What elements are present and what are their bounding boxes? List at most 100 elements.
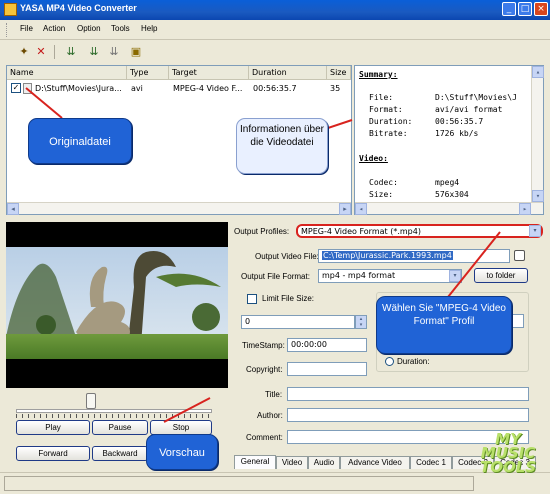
tab-general[interactable]: General	[234, 455, 276, 469]
row-target: MPEG-4 Video F...	[173, 84, 243, 93]
col-header-target[interactable]: Target	[169, 66, 249, 80]
summary-title: Summary:	[359, 70, 398, 79]
window-title: YASA MP4 Video Converter	[20, 3, 137, 13]
video-preview	[6, 222, 228, 388]
row-checkbox[interactable]: ✓	[11, 83, 21, 93]
preview-grass	[6, 334, 228, 359]
toolbar-separator	[54, 45, 55, 59]
tab-audio[interactable]: Audio	[308, 456, 340, 469]
summary-scroll-left[interactable]: ◂	[355, 203, 367, 215]
menu-option[interactable]: Option	[77, 24, 101, 33]
timestamp-label: TimeStamp:	[242, 341, 285, 350]
row-type: avi	[131, 84, 143, 93]
my-music-tools-logo: MY MUSIC TOOLS	[480, 430, 537, 476]
video-file-icon	[23, 83, 32, 94]
menu-bar: File Action Option Tools Help	[0, 20, 550, 40]
summary-bitrate-key: Bitrate:	[369, 129, 408, 138]
filelist-hscrollbar[interactable]: ◂ ▸	[7, 202, 351, 215]
author-label: Author:	[257, 411, 283, 420]
summary-duration-key: Duration:	[369, 117, 413, 126]
scroll-up-button[interactable]: ▴	[532, 66, 544, 78]
title-bar: YASA MP4 Video Converter _ □ ×	[0, 0, 550, 20]
forward-button[interactable]: Forward	[16, 446, 90, 461]
browse-file-button[interactable]	[514, 250, 525, 261]
summary-size-value: 576x304	[435, 190, 469, 199]
col-header-duration[interactable]: Duration	[249, 66, 327, 80]
menu-help[interactable]: Help	[141, 24, 157, 33]
scroll-right-button[interactable]: ▸	[339, 203, 351, 215]
duration-radio[interactable]	[385, 357, 394, 366]
chevron-down-icon[interactable]: ▾	[529, 225, 541, 237]
output-format-label: Output File Format:	[241, 272, 310, 281]
limit-file-size-label: Limit File Size:	[262, 294, 315, 303]
convert-icon[interactable]: ⇊	[63, 44, 79, 60]
summary-duration-value: 00:56:35.7	[435, 117, 484, 126]
profile-icon[interactable]: ▣	[128, 44, 144, 60]
duration-label: Duration:	[397, 357, 430, 366]
format-chevron-down-icon[interactable]: ▾	[449, 270, 461, 282]
pause-button[interactable]: Pause	[92, 420, 148, 435]
row-duration: 00:56:35.7	[253, 84, 297, 93]
stop-convert-icon[interactable]: ⇊	[106, 44, 122, 60]
summary-format-value: avi/avi format	[435, 105, 503, 114]
seek-ticks	[16, 414, 212, 418]
toolbar: ✦ ✕ ⇊ ⇊ ⇊ ▣	[0, 41, 550, 63]
summary-hscrollbar[interactable]: ◂ ▸	[355, 202, 543, 215]
col-header-type[interactable]: Type	[127, 66, 169, 80]
scroll-down-button[interactable]: ▾	[532, 190, 544, 202]
output-file-field[interactable]: C:\Temp\Jurassic.Park.1993.mp4	[318, 249, 510, 263]
output-profiles-label: Output Profiles:	[234, 227, 290, 236]
play-button[interactable]: Play	[16, 420, 90, 435]
tab-advance-video[interactable]: Advance Video	[340, 456, 410, 469]
minimize-button[interactable]: _	[502, 2, 516, 16]
summary-vscrollbar[interactable]: ▴ ▾	[531, 66, 544, 202]
add-file-icon[interactable]: ✦	[16, 44, 32, 60]
convert-all-icon[interactable]: ⇊	[86, 44, 102, 60]
seek-slider-thumb[interactable]	[86, 393, 96, 409]
callout-originaldatei: Originaldatei	[28, 118, 132, 164]
col-header-size[interactable]: Size	[327, 66, 351, 80]
output-format-select[interactable]: mp4 - mp4 format	[318, 269, 462, 283]
row-size: 35	[330, 84, 341, 93]
title-label: Title:	[265, 390, 283, 399]
summary-codec-key: Codec:	[369, 178, 398, 187]
maximize-button[interactable]: □	[518, 2, 532, 16]
stop-button[interactable]: Stop	[150, 420, 212, 435]
tab-video[interactable]: Video	[276, 456, 308, 469]
menu-tools[interactable]: Tools	[111, 24, 130, 33]
menu-action[interactable]: Action	[43, 24, 65, 33]
summary-codec-value: mpeg4	[435, 178, 460, 187]
summary-size-key: Size:	[369, 190, 394, 199]
timestamp-field[interactable]: 00:00:00	[287, 338, 367, 352]
col-header-name[interactable]: Name	[7, 66, 127, 80]
scroll-left-button[interactable]: ◂	[7, 203, 19, 215]
limit-file-size-checkbox[interactable]	[247, 294, 257, 304]
summary-file-value: D:\Stuff\Movies\J	[435, 93, 517, 102]
output-profile-select[interactable]: MPEG-4 Video Format (*.mp4)	[296, 224, 543, 238]
status-bar	[0, 472, 550, 494]
copyright-label: Copyright:	[246, 365, 283, 374]
remove-icon[interactable]: ✕	[33, 44, 49, 60]
summary-video-title: Video:	[359, 154, 388, 163]
copyright-field[interactable]	[287, 362, 367, 376]
summary-bitrate-value: 1726 kb/s	[435, 129, 479, 138]
author-field[interactable]	[287, 408, 529, 422]
summary-file-key: File:	[369, 93, 394, 102]
callout-vorschau: Vorschau	[146, 434, 218, 470]
menu-file[interactable]: File	[20, 24, 33, 33]
seek-slider[interactable]	[16, 409, 212, 413]
limit-spinner[interactable]: ▴ ▾	[355, 315, 367, 329]
output-file-label: Output Video File:	[255, 252, 319, 261]
title-field[interactable]	[287, 387, 529, 401]
backward-button[interactable]: Backward	[92, 446, 148, 461]
app-icon	[4, 3, 17, 16]
close-button[interactable]: ×	[534, 2, 548, 16]
limit-file-size-field[interactable]: 0	[241, 315, 355, 329]
to-folder-button[interactable]: to folder	[474, 268, 528, 283]
callout-waehlen-profil: Wählen Sie "MPEG-4 Video Format" Profil	[376, 296, 512, 354]
menu-grip	[6, 23, 9, 37]
output-file-value: C:\Temp\Jurassic.Park.1993.mp4	[322, 251, 453, 260]
summary-scroll-right[interactable]: ▸	[519, 203, 531, 215]
row-name[interactable]: D:\Stuff\Movies\Jura...	[35, 83, 127, 95]
tab-codec-1[interactable]: Codec 1	[410, 456, 452, 469]
